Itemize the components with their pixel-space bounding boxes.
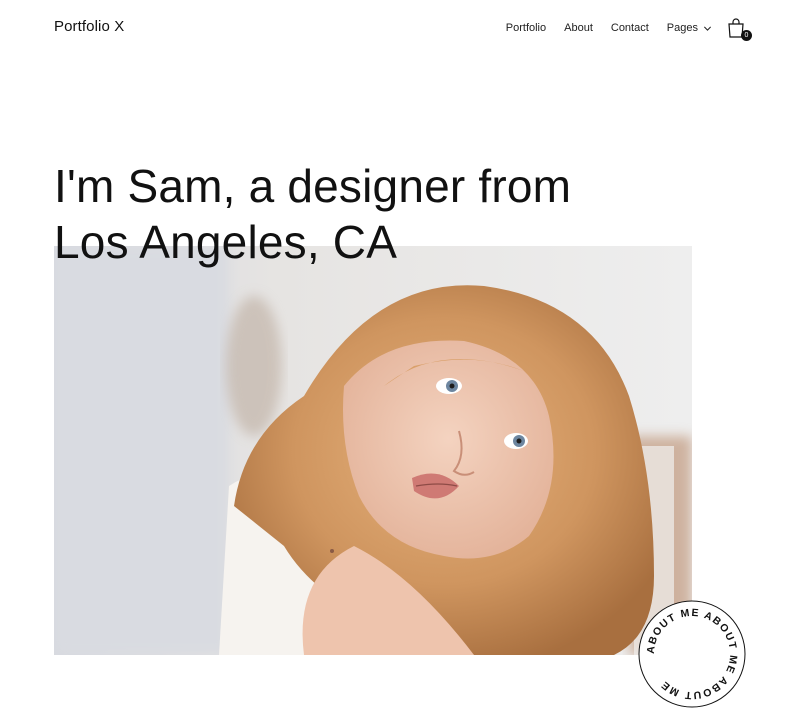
nav-item-portfolio[interactable]: Portfolio (506, 22, 546, 34)
hero-title-line-2: Los Angeles, CA (54, 216, 398, 268)
nav-item-pages[interactable]: Pages (667, 22, 712, 34)
site-logo[interactable]: Portfolio X (54, 18, 124, 35)
hero-title: I'm Sam, a designer from Los Angeles, CA (54, 158, 694, 270)
main-nav: Portfolio About Contact Pages 0 (506, 17, 752, 41)
nav-item-contact[interactable]: Contact (611, 22, 649, 34)
hero-title-line-1: I'm Sam, a designer from (54, 160, 572, 212)
nav-item-pages-label: Pages (666, 22, 698, 34)
cart-button[interactable]: 0 (726, 17, 752, 41)
about-me-badge[interactable]: ABOUT ME ABOUT ME ABOUT ME (637, 599, 747, 709)
cart-count-badge: 0 (741, 30, 752, 41)
hero-portrait-image (54, 246, 692, 655)
site-header: Portfolio X Portfolio About Contact Page… (0, 0, 800, 56)
chevron-down-icon (703, 26, 712, 31)
nav-item-about[interactable]: About (564, 22, 593, 34)
